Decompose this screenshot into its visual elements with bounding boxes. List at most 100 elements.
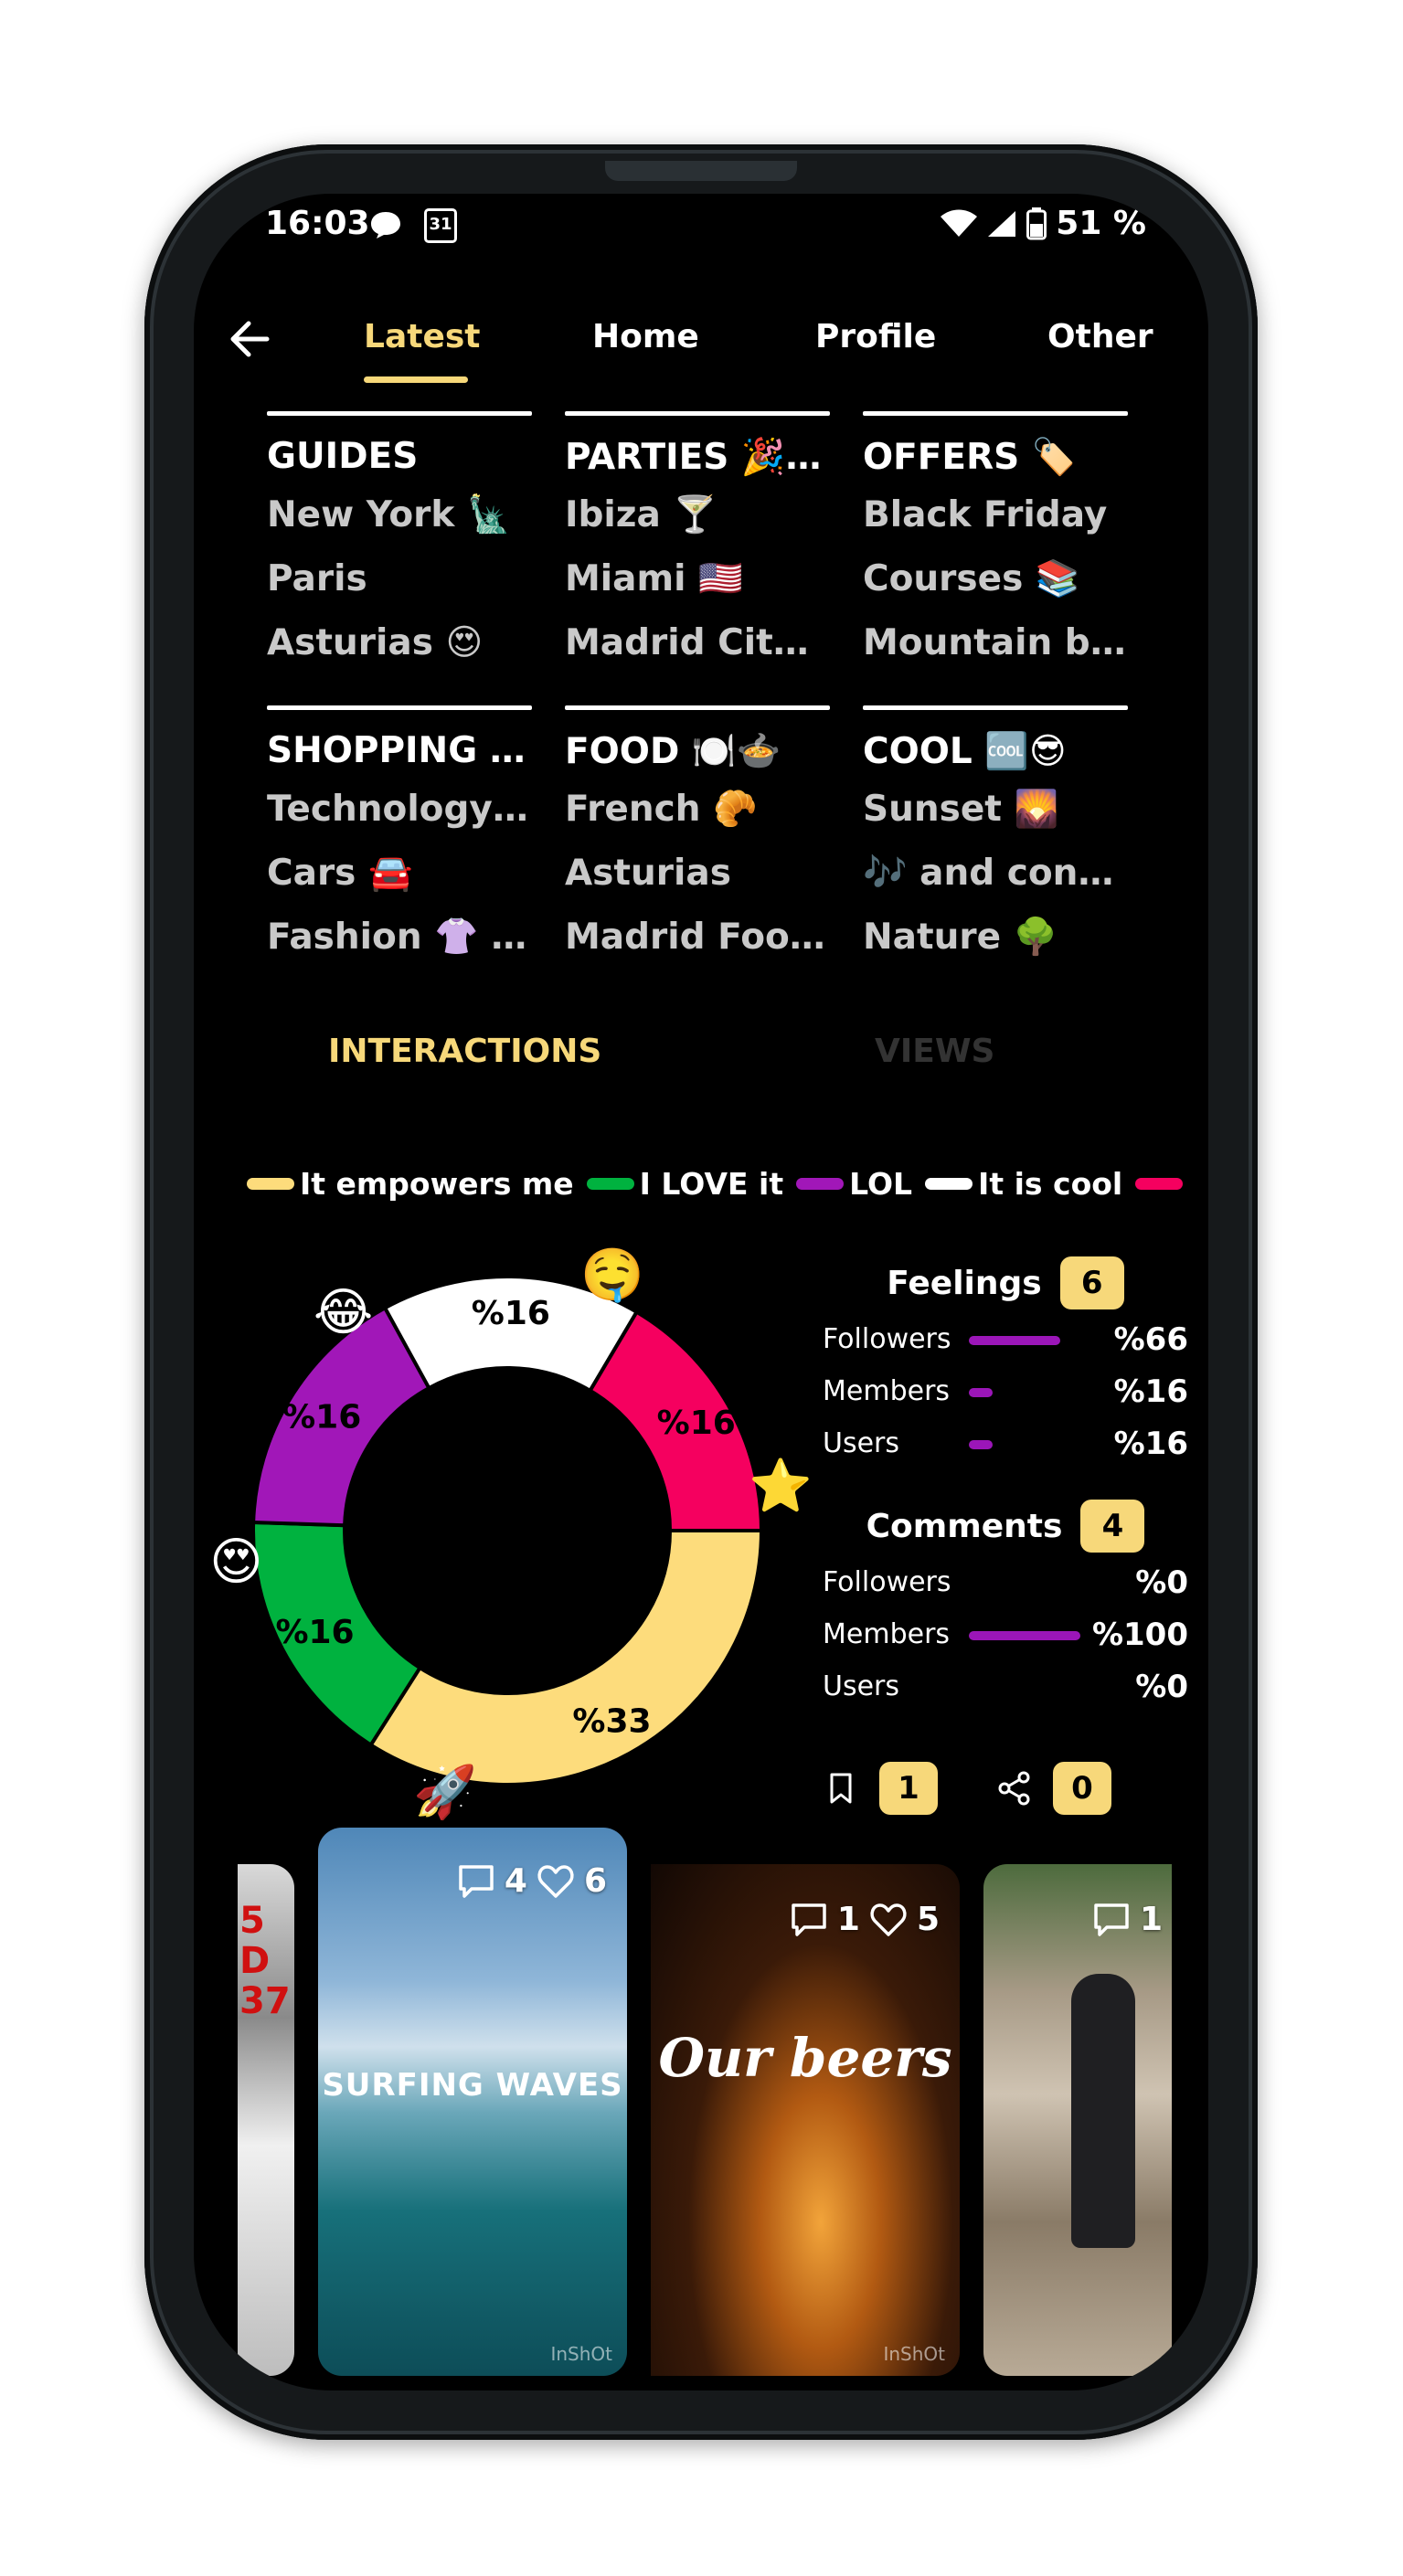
stat-bar xyxy=(969,1388,993,1397)
category-item[interactable]: Asturias 😍 xyxy=(267,611,532,675)
comments-row-followers: Followers %0 xyxy=(823,1555,1188,1607)
category-item[interactable]: Miami 🇺🇸 xyxy=(565,547,830,611)
stat-bar xyxy=(969,1631,1080,1640)
video-likes-count: 5 xyxy=(916,1901,940,1938)
comment-icon xyxy=(792,1903,826,1936)
category-item[interactable]: Paris xyxy=(267,547,532,611)
donut-slice-label: %33 xyxy=(572,1703,651,1741)
feelings-title: Feelings xyxy=(887,1264,1042,1302)
category-cool: COOL 🆒😎 Sunset 🌄 🎶 and concerts Nature 🌳 xyxy=(863,705,1128,970)
category-item[interactable]: Nature 🌳 xyxy=(863,906,1128,970)
legend-item: It empowers me xyxy=(247,1166,574,1202)
video-comments-count: 4 xyxy=(504,1862,527,1900)
stat-value: %16 xyxy=(1113,1426,1188,1462)
legend-swatch xyxy=(925,1177,973,1190)
stat-value: %0 xyxy=(1135,1564,1188,1601)
legend-swatch xyxy=(796,1177,845,1190)
tab-views[interactable]: VIEWS xyxy=(875,1033,994,1070)
video-thumbnail-figure xyxy=(1071,1974,1135,2248)
category-item[interactable]: Ibiza 🍸 xyxy=(565,483,830,547)
category-divider xyxy=(267,705,532,710)
category-item[interactable]: 🎶 and concerts xyxy=(863,842,1128,906)
category-divider xyxy=(863,411,1128,416)
video-stats: 1 5 xyxy=(790,1901,940,1938)
legend-item: It is cool xyxy=(925,1166,1122,1202)
video-card[interactable]: 5 D 37 xyxy=(238,1864,294,2376)
chart-legend: It empowers me I LOVE it LOL It is cool xyxy=(247,1161,1201,1206)
legend-swatch xyxy=(247,1177,294,1190)
video-thumbnail-text: 5 D 37 xyxy=(239,1900,291,2022)
video-card[interactable]: 4 6 SURFING WAVES InShOt xyxy=(318,1828,627,2376)
active-tab-indicator xyxy=(364,376,468,383)
battery-percent: 51 % xyxy=(1056,205,1146,242)
stat-bar xyxy=(969,1336,1060,1345)
category-divider xyxy=(267,411,532,416)
donut-slice-label: %16 xyxy=(472,1295,550,1332)
category-title[interactable]: GUIDES xyxy=(267,436,532,483)
back-arrow-icon[interactable] xyxy=(229,318,271,360)
status-time: 16:03 xyxy=(265,205,370,242)
category-item[interactable]: Madrid Food Tours xyxy=(565,906,830,970)
video-stats: 1 xyxy=(1092,1901,1163,1938)
video-watermark: InShOt xyxy=(883,2343,945,2365)
comments-title: Comments xyxy=(866,1507,1063,1545)
category-item[interactable]: Technology Stores xyxy=(267,778,532,842)
legend-item: I LOVE it xyxy=(586,1166,783,1202)
phone-speaker xyxy=(605,161,797,181)
donut-slice-emoji: ⭐ xyxy=(749,1456,813,1516)
stat-value: %66 xyxy=(1113,1321,1188,1358)
legend-label: It is cool xyxy=(978,1165,1123,1202)
category-item[interactable]: Cars 🚘 xyxy=(267,842,532,906)
tab-interactions[interactable]: INTERACTIONS xyxy=(328,1033,601,1070)
stat-label: Members xyxy=(823,1618,951,1650)
tab-profile[interactable]: Profile xyxy=(815,318,936,355)
donut-slice-emoji: 🤤 xyxy=(580,1246,644,1306)
chat-notification-icon xyxy=(371,212,400,239)
video-card[interactable]: 1 5 Our beers InShOt xyxy=(651,1864,960,2376)
comments-count-badge: 4 xyxy=(1080,1500,1145,1553)
category-item[interactable]: Mountain bikes xyxy=(863,611,1128,675)
category-item[interactable]: Fashion 👚 Trends xyxy=(267,906,532,970)
legend-label: It empowers me xyxy=(300,1165,574,1202)
comments-row-users: Users %0 xyxy=(823,1659,1188,1712)
category-title[interactable]: SHOPPING Centers xyxy=(267,730,532,778)
shares-stat[interactable]: 0 xyxy=(996,1762,1111,1815)
category-item[interactable]: Asturias xyxy=(565,842,830,906)
category-shopping: SHOPPING Centers Technology Stores Cars … xyxy=(267,705,532,970)
stat-value: %100 xyxy=(1091,1617,1188,1653)
category-title[interactable]: COOL 🆒😎 xyxy=(863,730,1128,778)
comment-icon xyxy=(1094,1903,1129,1936)
donut-slice-emoji: 🚀 xyxy=(413,1763,478,1823)
tab-other[interactable]: Other xyxy=(1047,318,1153,355)
category-item[interactable]: Black Friday xyxy=(863,483,1128,547)
category-item[interactable]: Madrid City Nights xyxy=(565,611,830,675)
category-food: FOOD 🍽️🍲 French 🥐 Asturias Madrid Food T… xyxy=(565,705,830,970)
stat-bar xyxy=(969,1440,993,1449)
tab-home[interactable]: Home xyxy=(592,318,699,355)
calendar-notification-icon: 31 xyxy=(424,208,457,243)
category-title[interactable]: PARTIES 🎉 Events xyxy=(565,436,830,483)
category-item[interactable]: New York 🗽 xyxy=(267,483,532,547)
category-item[interactable]: Sunset 🌄 xyxy=(863,778,1128,842)
stat-label: Members xyxy=(823,1375,951,1407)
video-comments-count: 1 xyxy=(836,1901,860,1938)
category-item[interactable]: Courses 📚 xyxy=(863,547,1128,611)
stat-label: Users xyxy=(823,1427,900,1459)
video-card[interactable]: 1 xyxy=(983,1864,1172,2376)
wifi-icon xyxy=(941,209,978,237)
video-carousel: 5 D 37 4 6 SURFING WAVES InShOt 1 5 Our be… xyxy=(238,1828,1172,2390)
stat-value: %16 xyxy=(1113,1373,1188,1410)
tab-latest[interactable]: Latest xyxy=(364,318,481,355)
comment-icon xyxy=(459,1864,494,1898)
video-title: SURFING WAVES xyxy=(322,2067,623,2104)
stat-label: Followers xyxy=(823,1323,951,1355)
category-title[interactable]: FOOD 🍽️🍲 xyxy=(565,730,830,778)
donut-slice-emoji: 😂 xyxy=(313,1283,374,1343)
saves-stat[interactable]: 1 xyxy=(823,1762,938,1815)
category-title[interactable]: OFFERS 🏷️ xyxy=(863,436,1128,483)
app-screen: 16:03 31 51 % Latest Home Profile Other … xyxy=(194,194,1208,2390)
video-stats: 4 6 xyxy=(457,1862,607,1900)
category-item[interactable]: French 🥐 xyxy=(565,778,830,842)
legend-swatch xyxy=(1135,1177,1184,1190)
video-comments-count: 1 xyxy=(1139,1901,1163,1938)
